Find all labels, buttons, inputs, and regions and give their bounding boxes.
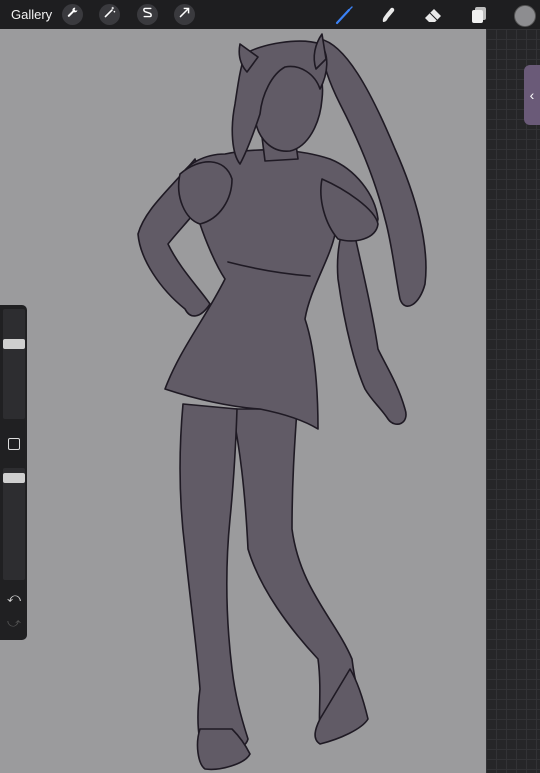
brush-opacity-slider[interactable] [3, 468, 25, 580]
magic-wand-icon [103, 6, 116, 24]
eraser-tool-button[interactable] [422, 4, 444, 26]
smudge-icon [377, 7, 399, 30]
canvas-margin-grid [486, 29, 540, 773]
smudge-tool-button[interactable] [377, 4, 399, 26]
top-toolbar: Gallery [0, 0, 540, 29]
selection-button[interactable] [137, 4, 158, 25]
brush-tool-button[interactable] [333, 4, 355, 26]
brush-icon [333, 6, 355, 30]
adjustments-button[interactable] [99, 4, 120, 25]
gallery-button[interactable]: Gallery [11, 7, 52, 22]
color-picker-button[interactable] [514, 5, 536, 27]
brush-opacity-knob[interactable] [3, 473, 25, 483]
redo-button[interactable]: ⤻ [7, 615, 21, 631]
selection-icon [141, 6, 154, 24]
layers-icon [468, 7, 490, 30]
modify-button[interactable] [8, 438, 20, 450]
layers-panel-tab[interactable]: ‹ [524, 65, 540, 125]
eraser-icon [422, 9, 444, 30]
undo-button[interactable]: ⤺ [7, 590, 21, 606]
wrench-icon [66, 6, 79, 24]
character-sketch [137, 33, 427, 771]
chevron-left-icon: ‹ [529, 87, 535, 103]
layers-button[interactable] [468, 4, 490, 26]
brush-size-slider[interactable] [3, 309, 25, 419]
brush-size-knob[interactable] [3, 339, 25, 349]
front-leg [179, 403, 249, 757]
brush-sidebar: ⤺ ⤻ [0, 305, 27, 640]
transform-button[interactable] [174, 4, 195, 25]
actions-button[interactable] [62, 4, 83, 25]
drawing-canvas[interactable] [0, 29, 486, 773]
transform-arrow-icon [178, 6, 191, 24]
